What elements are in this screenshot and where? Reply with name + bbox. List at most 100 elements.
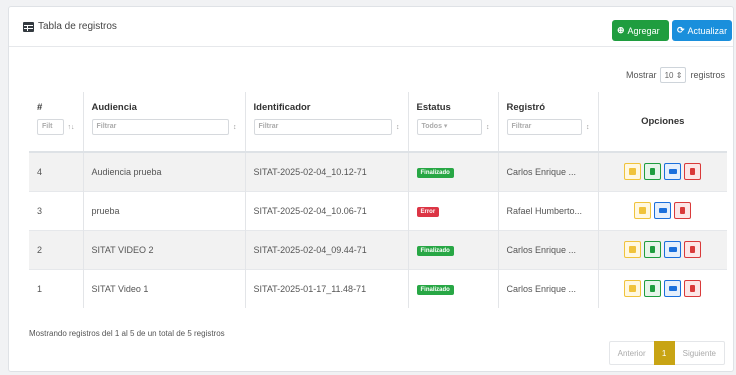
video-button[interactable] [654, 202, 672, 219]
cell-num: 4 [29, 151, 84, 191]
document-button[interactable] [644, 163, 662, 181]
video-button[interactable] [664, 163, 682, 181]
video-icon [668, 169, 677, 175]
status-badge: Finalizado [416, 167, 454, 178]
delete-button[interactable] [684, 280, 702, 298]
cell-estatus: Error [408, 190, 499, 230]
records-table: # Filt ↑↓ Audiencia Filtrar ↕ Identifica… [29, 92, 727, 308]
video-button[interactable] [664, 280, 682, 298]
plus-circle-icon: ⊕ [617, 25, 625, 35]
edit-button[interactable] [624, 241, 642, 258]
col-header-label: Registró [506, 102, 546, 113]
edit-button[interactable] [624, 163, 642, 181]
table-header-row: # Filt ↑↓ Audiencia Filtrar ↕ Identifica… [29, 92, 727, 153]
edit-icon [629, 168, 637, 176]
cell-identificador: SITAT-2025-02-04_10.12-71 [245, 151, 409, 191]
trash-icon [680, 207, 686, 214]
cell-num: 2 [29, 229, 84, 269]
cell-registro: Rafael Humberto... [498, 190, 599, 230]
length-select[interactable]: 10 ⇕ [660, 67, 687, 83]
card-title-text: Tabla de registros [38, 21, 117, 32]
cell-registro: Carlos Enrique ... [498, 151, 599, 191]
cell-audiencia: SITAT Video 1 [83, 268, 246, 308]
col-header-identificador[interactable]: Identificador Filtrar ↕ [245, 92, 409, 153]
cell-opciones [598, 151, 727, 191]
length-label-before: Mostrar [625, 70, 657, 80]
add-button-label: Agregar [627, 25, 660, 36]
sort-icon[interactable]: ↕ [233, 124, 237, 131]
cell-audiencia: Audiencia prueba [83, 151, 246, 191]
col-header-label: Identificador [253, 102, 311, 113]
trash-icon [690, 246, 696, 253]
id-filter-input[interactable]: Filt [37, 119, 64, 135]
col-header-label: # [37, 102, 43, 113]
sort-icon[interactable]: ↑↓ [68, 124, 75, 131]
video-icon [658, 208, 667, 213]
col-header-estatus[interactable]: Estatus Todos ▾ ↕ [408, 92, 499, 153]
document-icon [650, 168, 656, 176]
status-badge: Error [416, 206, 440, 217]
length-value: 10 [664, 70, 674, 80]
refresh-icon: ⟳ [677, 25, 685, 35]
cell-audiencia: SITAT VIDEO 2 [83, 229, 246, 269]
card-header: Tabla de registros ⊕ Agregar ⟳ Actualiza… [9, 7, 733, 47]
table-info: Mostrando registros del 1 al 5 de un tot… [29, 329, 225, 338]
video-button[interactable] [664, 241, 682, 258]
cell-estatus: Finalizado [408, 268, 499, 308]
card-title: Tabla de registros [23, 21, 117, 32]
col-header-label: Audiencia [91, 102, 137, 113]
estatus-filter-value: Todos [421, 123, 442, 130]
trash-icon [690, 285, 696, 293]
document-icon [650, 246, 656, 253]
video-icon [668, 286, 677, 292]
sort-icon[interactable]: ↕ [396, 124, 400, 131]
delete-button[interactable] [674, 202, 692, 219]
cell-registro: Carlos Enrique ... [498, 268, 599, 308]
registro-filter-input[interactable]: Filtrar [506, 119, 582, 135]
refresh-button[interactable]: ⟳ Actualizar [672, 20, 732, 41]
cell-opciones [598, 190, 727, 230]
table-row[interactable]: 4 Audiencia prueba SITAT-2025-02-04_10.1… [29, 151, 727, 191]
cell-identificador: SITAT-2025-02-04_10.06-71 [245, 190, 409, 230]
col-header-audiencia[interactable]: Audiencia Filtrar ↕ [83, 92, 246, 153]
col-header-registro[interactable]: Registró Filtrar ↕ [498, 92, 599, 153]
document-button[interactable] [644, 241, 662, 258]
next-page-button[interactable]: Siguiente [675, 349, 724, 358]
edit-icon [629, 246, 637, 253]
edit-icon [629, 285, 637, 293]
length-label-after: registros [690, 70, 725, 80]
identificador-filter-input[interactable]: Filtrar [253, 119, 392, 135]
cell-num: 3 [29, 190, 84, 230]
page-1-button[interactable]: 1 [653, 341, 675, 365]
table-row[interactable]: 3 prueba SITAT-2025-02-04_10.06-71 Error… [29, 190, 727, 230]
col-header-id[interactable]: # Filt ↑↓ [29, 92, 84, 153]
add-button[interactable]: ⊕ Agregar [612, 20, 669, 41]
page-length-control: Mostrar 10 ⇕ registros [626, 67, 725, 83]
cell-estatus: Finalizado [408, 151, 499, 191]
estatus-filter-select[interactable]: Todos ▾ [416, 119, 482, 135]
audiencia-filter-input[interactable]: Filtrar [91, 119, 229, 135]
cell-identificador: SITAT-2025-02-04_09.44-71 [245, 229, 409, 269]
cell-identificador: SITAT-2025-01-17_11.48-71 [245, 268, 409, 308]
table-row[interactable]: 1 SITAT Video 1 SITAT-2025-01-17_11.48-7… [29, 268, 727, 308]
table-row[interactable]: 2 SITAT VIDEO 2 SITAT-2025-02-04_09.44-7… [29, 229, 727, 269]
col-header-label: Estatus [416, 102, 451, 113]
trash-icon [690, 168, 696, 176]
sort-icon[interactable]: ↕ [486, 124, 490, 131]
prev-page-button[interactable]: Anterior [610, 349, 654, 358]
document-button[interactable] [644, 280, 662, 298]
records-card: Tabla de registros ⊕ Agregar ⟳ Actualiza… [8, 6, 734, 372]
pagination: Anterior 1 Siguiente [608, 341, 725, 365]
cell-registro: Carlos Enrique ... [498, 229, 599, 269]
cell-estatus: Finalizado [408, 229, 499, 269]
cell-num: 1 [29, 268, 84, 308]
sort-icon[interactable]: ↕ [586, 124, 590, 131]
edit-button[interactable] [634, 202, 652, 219]
edit-button[interactable] [624, 280, 642, 298]
status-badge: Finalizado [416, 245, 454, 256]
cell-opciones [598, 268, 727, 308]
document-icon [650, 285, 656, 293]
delete-button[interactable] [684, 241, 702, 258]
status-badge: Finalizado [416, 284, 454, 295]
delete-button[interactable] [684, 163, 702, 181]
